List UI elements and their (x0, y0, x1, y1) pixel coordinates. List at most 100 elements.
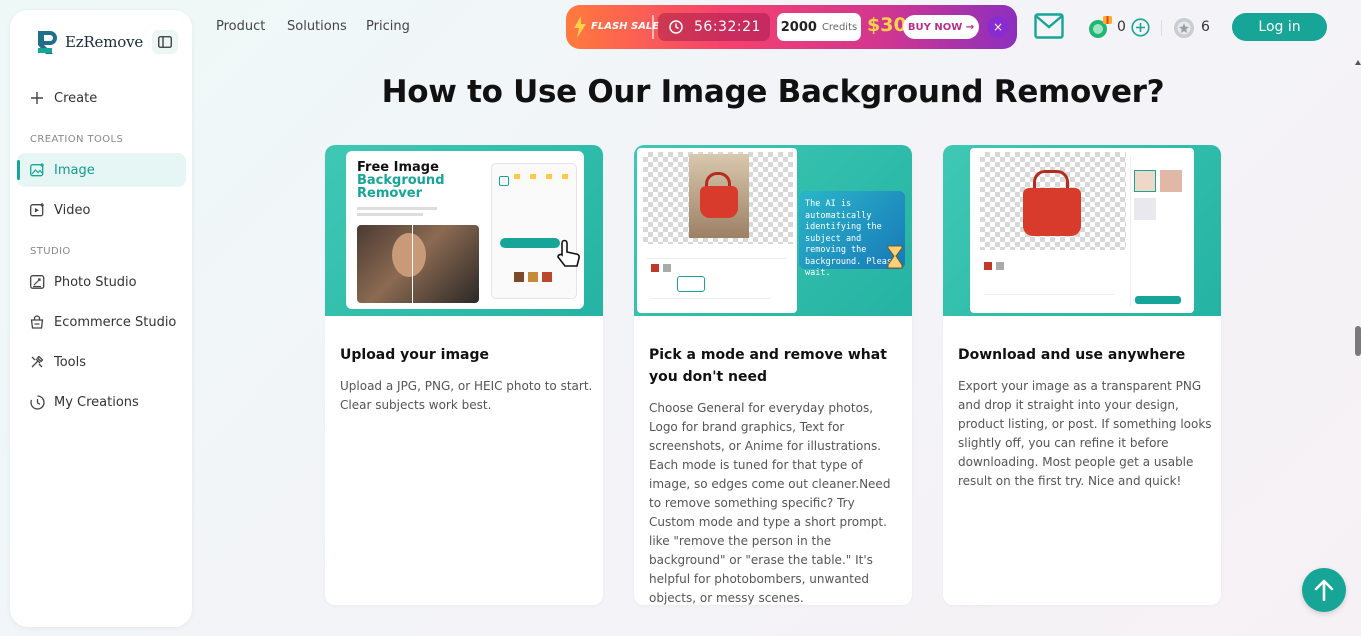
sidebar-toggle-button[interactable] (152, 30, 178, 54)
credits-word: Credits (821, 21, 858, 33)
sidebar-item-label: Ecommerce Studio (54, 314, 177, 330)
history-icon (29, 394, 45, 410)
placeholder-line (357, 213, 423, 216)
divider (652, 15, 654, 39)
mock-dot (546, 174, 552, 179)
scroll-to-top-button[interactable] (1302, 568, 1346, 612)
card-title: Download and use anywhere (958, 347, 1186, 363)
coin-icon (1173, 17, 1195, 43)
scroll-up-arrow-icon[interactable] (1355, 60, 1361, 65)
mock-thumb (984, 262, 992, 270)
compare-line (412, 225, 413, 303)
brand-logo[interactable]: EzRemove (35, 28, 143, 56)
sidebar-item-my-creations[interactable]: My Creations (17, 385, 186, 419)
flash-sale-label: FLASH SALE (591, 21, 660, 32)
sidebar-item-create[interactable]: Create (17, 81, 186, 115)
step-card-pick-mode: The AI is automatically identifying the … (634, 145, 912, 605)
timer-value: 56:32:21 (694, 19, 761, 35)
mock-title: Remover (357, 186, 423, 201)
sidebar-item-ecommerce-studio[interactable]: Ecommerce Studio (17, 305, 186, 339)
mock-thumb (1134, 170, 1156, 192)
sale-price: $30 (867, 14, 907, 36)
hourglass-icon (887, 245, 903, 269)
product-photo (689, 154, 749, 238)
sidebar-item-label: My Creations (54, 394, 139, 410)
mock-thumb (663, 264, 671, 272)
arrow-up-icon (1314, 579, 1334, 601)
credits-offer: 2000 Credits (777, 13, 861, 41)
clock-icon (669, 20, 683, 34)
sidebar-item-label: Video (54, 202, 91, 218)
tools-icon (29, 354, 45, 370)
add-points-icon[interactable] (1131, 18, 1150, 41)
divider (984, 294, 1114, 295)
red-bag (1023, 188, 1081, 236)
divider (647, 258, 787, 259)
login-button[interactable]: Log in (1232, 13, 1327, 41)
nav-link-product[interactable]: Product (216, 19, 265, 34)
mock-thumb (1134, 198, 1156, 220)
mock-screen (970, 148, 1194, 313)
mock-thumb (651, 264, 659, 272)
sidebar-item-tools[interactable]: Tools (17, 345, 186, 379)
mock-screen: Free Image Background Remover (346, 151, 584, 309)
red-bag (700, 186, 738, 218)
buy-now-button[interactable]: BUY NOW → (903, 15, 979, 39)
sidebar-item-video[interactable]: Video (17, 193, 186, 227)
mock-thumb (542, 272, 552, 282)
credits-amount: 2000 (780, 19, 817, 35)
face-shape (392, 233, 426, 277)
mock-dot (562, 174, 568, 179)
mock-panel (491, 163, 577, 299)
mock-screen (637, 148, 797, 313)
sidebar-item-image[interactable]: Image (17, 153, 186, 187)
mock-thumb (1160, 170, 1182, 192)
sidebar-item-label: Tools (54, 354, 87, 370)
sidebar-item-photo-studio[interactable]: Photo Studio (17, 265, 186, 299)
sidebar-item-label: Photo Studio (54, 274, 137, 290)
image-icon (29, 162, 45, 178)
card-description: Export your image as a transparent PNG a… (958, 379, 1212, 488)
scrollbar-thumb[interactable] (1355, 326, 1361, 356)
coin-count: 6 (1201, 19, 1210, 35)
step-card-upload: Free Image Background Remover Upload you… (325, 145, 603, 605)
shopping-bag-icon (29, 314, 45, 330)
step-illustration: The AI is automatically identifying the … (634, 145, 912, 316)
mock-side-panel (1130, 156, 1186, 306)
mock-mode-option (677, 276, 705, 292)
section-label-studio: STUDIO (30, 246, 71, 257)
card-description: Choose General for everyday photos, Logo… (649, 401, 891, 605)
mock-dot (530, 174, 536, 179)
sidebar: EzRemove Create CREATION TOOLS Image Vid… (10, 10, 192, 627)
sidebar-toggle-icon (158, 36, 172, 48)
sidebar-item-label: Image (54, 162, 95, 178)
section-label-creation-tools: CREATION TOOLS (30, 134, 124, 145)
flash-sale-banner[interactable]: FLASH SALE 56:32:21 2000 Credits $30 BUY… (566, 5, 1017, 49)
brand-name: EzRemove (65, 33, 144, 51)
countdown-timer: 56:32:21 (658, 13, 770, 41)
nav-link-pricing[interactable]: Pricing (366, 19, 410, 34)
divider (1161, 20, 1162, 36)
step-illustration: Free Image Background Remover (325, 145, 603, 316)
mock-option (499, 176, 509, 186)
pointer-hand-icon (557, 239, 580, 267)
points-count: 0 (1117, 19, 1126, 35)
photo-studio-icon (29, 274, 45, 290)
mail-icon[interactable] (1034, 13, 1064, 43)
sample-photo (357, 225, 479, 303)
sidebar-item-label: Create (54, 90, 98, 106)
card-title: Pick a mode and remove what you don't ne… (649, 347, 887, 385)
page-title: How to Use Our Image Background Remover? (381, 74, 1165, 110)
card-title: Upload your image (340, 347, 489, 363)
close-icon[interactable]: × (987, 16, 1009, 38)
step-illustration (943, 145, 1221, 316)
placeholder-line (357, 207, 437, 210)
nav-link-solutions[interactable]: Solutions (287, 19, 347, 34)
mock-thumb (528, 272, 538, 282)
mock-download-button (1135, 296, 1181, 304)
mock-dot (514, 174, 520, 179)
divider (651, 298, 771, 299)
points-icon (1087, 16, 1113, 44)
mock-thumb (514, 272, 524, 282)
logo-icon (35, 28, 61, 56)
